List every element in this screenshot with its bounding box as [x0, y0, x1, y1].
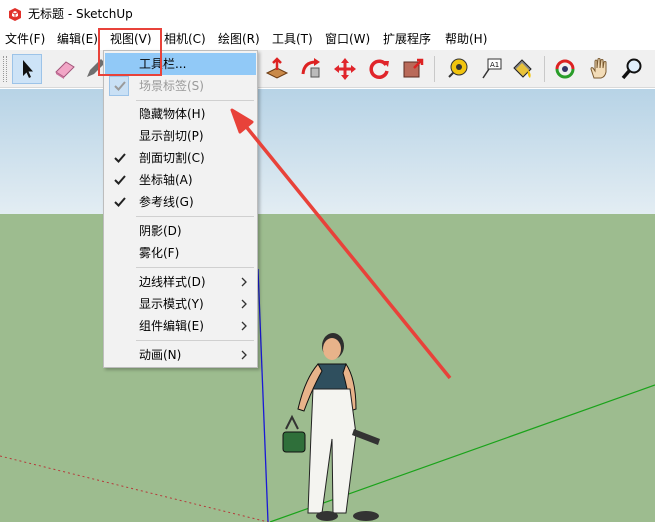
- pan-tool-icon[interactable]: [584, 54, 614, 84]
- zoom-tool-icon[interactable]: [618, 54, 648, 84]
- chevron-right-icon: [241, 277, 247, 287]
- text-tool-icon[interactable]: A1: [476, 54, 506, 84]
- move-tool-icon[interactable]: [330, 54, 360, 84]
- orbit-tool-icon[interactable]: [550, 54, 580, 84]
- menu-edit[interactable]: 编辑(E): [57, 31, 98, 47]
- annotation-highlight-box: [98, 28, 162, 76]
- menu-camera[interactable]: 相机(C): [164, 31, 206, 47]
- window-title: 无标题 - SketchUp: [28, 7, 133, 21]
- menu-separator: [136, 340, 254, 341]
- menu-item-component-edit[interactable]: 组件编辑(E): [105, 315, 256, 337]
- eraser-tool-icon[interactable]: [50, 54, 80, 84]
- menu-item-animation[interactable]: 动画(N): [105, 344, 256, 366]
- menu-window[interactable]: 窗口(W): [325, 31, 370, 47]
- menu-tools[interactable]: 工具(T): [272, 31, 313, 47]
- follow-me-tool-icon[interactable]: [296, 54, 326, 84]
- menu-separator: [136, 267, 254, 268]
- scene-canvas: [0, 268, 655, 522]
- push-pull-tool-icon[interactable]: [262, 54, 292, 84]
- chevron-right-icon: [241, 321, 247, 331]
- chevron-right-icon: [241, 350, 247, 360]
- chevron-right-icon: [241, 299, 247, 309]
- menu-item-edge-style[interactable]: 边线样式(D): [105, 271, 256, 293]
- menu-draw[interactable]: 绘图(R): [218, 31, 260, 47]
- checkmark-icon: [114, 197, 126, 207]
- menu-item-shadows[interactable]: 阴影(D): [105, 220, 256, 242]
- menu-item-guides[interactable]: 参考线(G): [105, 191, 256, 213]
- checkmark-icon: [114, 153, 126, 163]
- menu-item-face-style[interactable]: 显示模式(Y): [105, 293, 256, 315]
- menu-extensions[interactable]: 扩展程序: [383, 31, 431, 47]
- menu-help[interactable]: 帮助(H): [445, 31, 487, 47]
- menu-item-fog[interactable]: 雾化(F): [105, 242, 256, 264]
- view-menu-dropdown: 工具栏... 场景标签(S) 隐藏物体(H) 显示剖切(P) 剖面切割(C) 坐…: [103, 50, 258, 368]
- menu-file[interactable]: 文件(F): [5, 31, 45, 47]
- toolbar-grip[interactable]: [3, 56, 7, 82]
- paint-bucket-tool-icon[interactable]: [508, 54, 538, 84]
- select-tool-icon[interactable]: [12, 54, 42, 84]
- menu-separator: [136, 216, 254, 217]
- scale-tool-icon[interactable]: [398, 54, 428, 84]
- title-bar: 无标题 - SketchUp: [0, 0, 655, 28]
- menu-item-scene-tabs[interactable]: 场景标签(S): [105, 75, 256, 97]
- checkmark-icon: [114, 175, 126, 185]
- toolbar-separator: [434, 56, 435, 82]
- menu-item-section-planes[interactable]: 显示剖切(P): [105, 125, 256, 147]
- drawing-viewport[interactable]: [0, 89, 655, 522]
- menu-item-axes[interactable]: 坐标轴(A): [105, 169, 256, 191]
- rotate-tool-icon[interactable]: [364, 54, 394, 84]
- sketchup-logo-icon: [9, 8, 21, 21]
- menu-separator: [136, 100, 254, 101]
- svg-text:A1: A1: [490, 61, 499, 69]
- toolbar-separator: [544, 56, 545, 82]
- checkmark-icon: [114, 81, 126, 91]
- blue-axis-line: [257, 268, 269, 522]
- menu-item-hidden-geometry[interactable]: 隐藏物体(H): [105, 103, 256, 125]
- person-figure: [282, 333, 380, 521]
- red-axis-line: [0, 455, 269, 522]
- menu-item-section-cuts[interactable]: 剖面切割(C): [105, 147, 256, 169]
- tape-measure-tool-icon[interactable]: [442, 54, 472, 84]
